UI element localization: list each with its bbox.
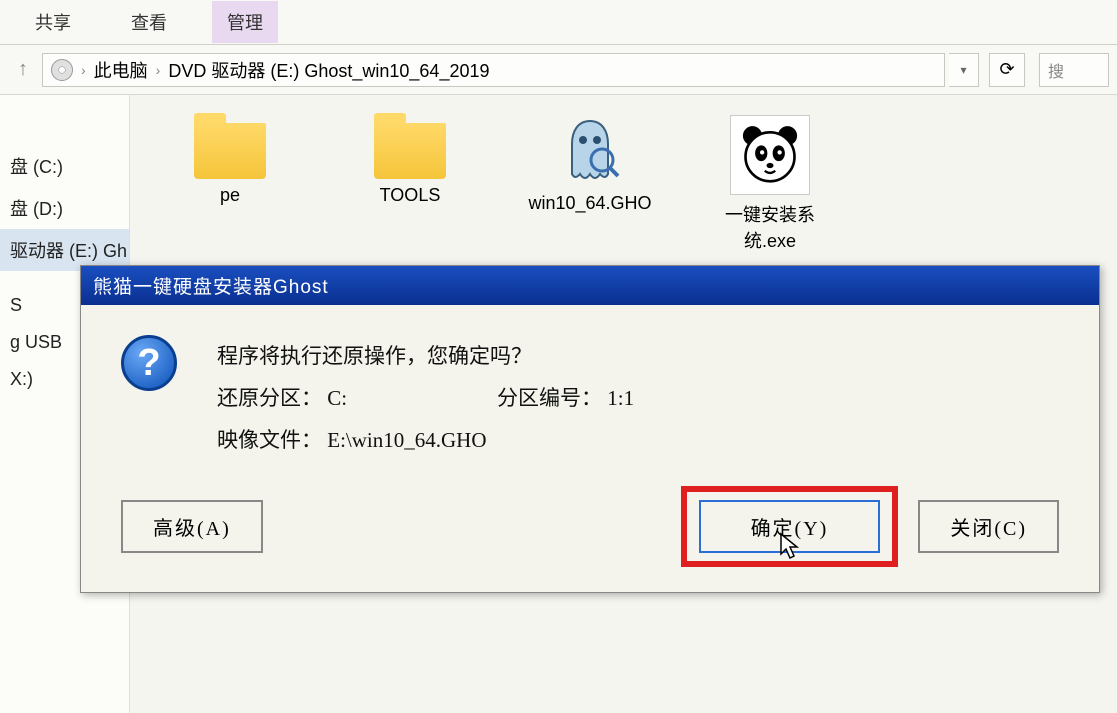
partnum-label: 分区编号： <box>497 386 602 410</box>
address-dropdown[interactable]: ▾ <box>949 53 979 87</box>
sidebar-item-drive-c[interactable]: 盘 (C:) <box>0 145 129 187</box>
confirm-dialog: 熊猫一键硬盘安装器Ghost ? 程序将执行还原操作，您确定吗？ 还原分区： C… <box>80 265 1100 593</box>
question-icon: ? <box>121 335 177 391</box>
breadcrumb-pc[interactable]: 此电脑 <box>94 57 148 83</box>
refresh-button[interactable]: ⟳ <box>989 53 1025 87</box>
file-label: win10_64.GHO <box>528 193 651 214</box>
sidebar-item-drive-d[interactable]: 盘 (D:) <box>0 187 129 229</box>
file-label: pe <box>220 185 240 206</box>
partition-value: C: <box>327 386 347 410</box>
advanced-button[interactable]: 高级(A) <box>121 500 263 553</box>
image-value: E:\win10_64.GHO <box>327 428 486 452</box>
dialog-text: 程序将执行还原操作，您确定吗？ 还原分区： C: 分区编号： 1:1 映像文件：… <box>217 335 634 461</box>
image-label: 映像文件： <box>217 428 322 452</box>
confirm-button[interactable]: 确定(Y) <box>699 500 881 553</box>
file-label: TOOLS <box>380 185 441 206</box>
close-button[interactable]: 关闭(C) <box>918 500 1059 553</box>
partnum-value: 1:1 <box>607 386 634 410</box>
address-bar[interactable]: › 此电脑 › DVD 驱动器 (E:) Ghost_win10_64_2019 <box>42 53 945 87</box>
address-row: ↑ › 此电脑 › DVD 驱动器 (E:) Ghost_win10_64_20… <box>0 45 1117 95</box>
dialog-body: ? 程序将执行还原操作，您确定吗？ 还原分区： C: 分区编号： 1:1 映像文… <box>81 305 1099 471</box>
highlight-box: 确定(Y) <box>681 486 899 567</box>
tab-manage[interactable]: 管理 <box>212 1 278 43</box>
cd-drive-icon <box>51 59 73 81</box>
nav-up-button[interactable]: ↑ <box>8 55 38 85</box>
file-label: 一键安装系统.exe <box>710 201 830 253</box>
chevron-right-icon: › <box>156 62 161 78</box>
ghost-icon <box>558 115 622 187</box>
folder-pe[interactable]: pe <box>170 115 290 206</box>
tab-share[interactable]: 共享 <box>20 1 86 43</box>
ribbon-tabs: 共享 查看 管理 <box>0 0 1117 45</box>
panda-icon <box>730 115 810 195</box>
file-gho[interactable]: win10_64.GHO <box>530 115 650 214</box>
dialog-question: 程序将执行还原操作，您确定吗？ <box>217 335 634 377</box>
breadcrumb-drive[interactable]: DVD 驱动器 (E:) Ghost_win10_64_2019 <box>168 57 489 83</box>
folder-icon <box>374 123 446 179</box>
chevron-right-icon: › <box>81 62 86 78</box>
folder-icon <box>194 123 266 179</box>
folder-tools[interactable]: TOOLS <box>350 115 470 206</box>
search-input[interactable]: 搜 <box>1039 53 1109 87</box>
file-installer-exe[interactable]: 一键安装系统.exe <box>710 115 830 253</box>
partition-label: 还原分区： <box>217 386 322 410</box>
dialog-title: 熊猫一键硬盘安装器Ghost <box>81 266 1099 305</box>
dialog-buttons: 高级(A) 确定(Y) 关闭(C) <box>81 471 1099 592</box>
tab-view[interactable]: 查看 <box>116 1 182 43</box>
